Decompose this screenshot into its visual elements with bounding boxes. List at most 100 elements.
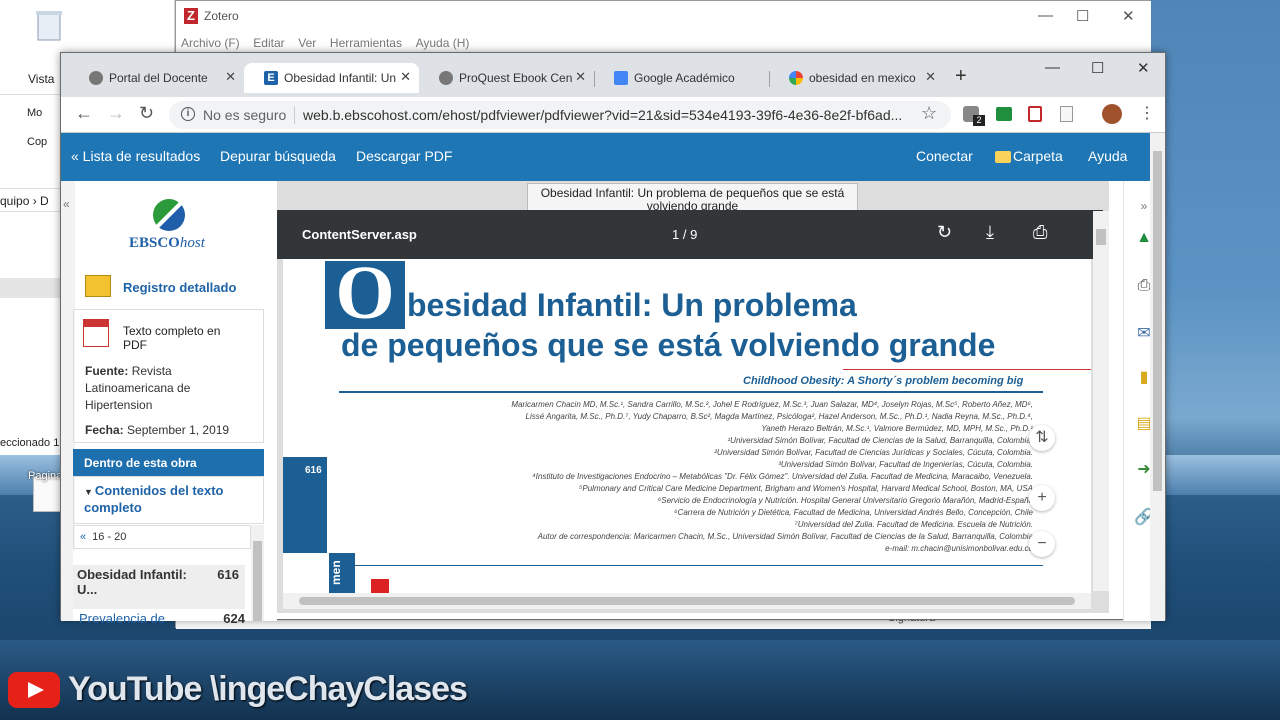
new-tab-icon[interactable]: + — [955, 65, 967, 88]
scroll-thumb[interactable] — [299, 597, 1075, 605]
toc-page: 616 — [217, 567, 239, 582]
affiliation-line: ⁶Servicio de Endocrinología y Nutrición.… — [657, 496, 1033, 505]
source-label: Fuente: — [85, 364, 129, 378]
security-status[interactable]: No es seguro — [203, 107, 286, 123]
toc-list: Obesidad Infantil: U... 616 Prevalencia … — [73, 551, 251, 626]
download-icon[interactable]: ⤓ — [986, 222, 994, 243]
double-chevron-left-icon[interactable]: « — [63, 197, 70, 211]
save-page-icon[interactable] — [1060, 106, 1073, 122]
page-scrollbar[interactable] — [1150, 133, 1165, 621]
toolbar: ← → ↻ i No es seguro web.b.ebscohost.com… — [61, 97, 1165, 133]
zotero-connector-icon[interactable] — [1028, 106, 1042, 122]
desktop-icon-label[interactable]: Pagina — [28, 470, 62, 482]
minimize-icon[interactable]: — — [1045, 59, 1060, 76]
globe-icon — [439, 71, 453, 85]
maximize-icon[interactable]: ☐ — [1076, 7, 1089, 25]
ribbon-tab-view[interactable]: Vista — [28, 72, 54, 86]
explorer-address-bar[interactable]: quipo › D — [0, 188, 62, 212]
scroll-thumb[interactable] — [1096, 229, 1106, 245]
ribbon-item-move[interactable]: Mo — [27, 107, 42, 119]
affiliation-line: ⁶Carrera de Nutrición y Dietética, Facul… — [674, 508, 1033, 517]
pdf-icon[interactable] — [83, 319, 109, 347]
close-icon[interactable]: ✕ — [1122, 7, 1135, 25]
reload-icon[interactable]: ↻ — [139, 103, 154, 124]
contents-toggle[interactable]: ▼ Contenidos del texto completo — [73, 476, 264, 524]
maximize-icon[interactable]: ☐ — [1091, 59, 1104, 77]
page-number-bar: 616 — [283, 457, 327, 553]
close-icon[interactable]: ✕ — [1137, 59, 1150, 77]
cast-icon[interactable] — [996, 107, 1012, 121]
rotate-icon[interactable]: ↻ — [937, 222, 952, 243]
menu-archivo[interactable]: Archivo (F) — [181, 36, 240, 50]
date-info: Fecha: September 1, 2019 — [85, 422, 255, 439]
affiliation-line: ⁴Instituto de Investigaciones Endocrino … — [532, 472, 1033, 481]
zoom-in-icon[interactable]: + — [1029, 485, 1055, 511]
section-tab: men — [329, 553, 355, 593]
toc-title[interactable]: Obesidad Infantil: U... — [77, 567, 195, 597]
forward-icon[interactable]: → — [107, 103, 125, 124]
ribbon-item-copy[interactable]: Cop — [27, 136, 47, 148]
close-tab-icon[interactable]: ✕ — [575, 69, 586, 85]
toc-item[interactable]: Prevalencia de 624 — [79, 611, 245, 626]
menu-dots-icon[interactable]: ⋮ — [1139, 103, 1155, 123]
zoom-out-icon[interactable]: − — [1029, 531, 1055, 557]
tab-proquest[interactable]: ProQuest Ebook Cen ✕ — [419, 63, 594, 93]
close-tab-icon[interactable]: ✕ — [400, 69, 411, 85]
browser-window: Portal del Docente ✕ E Obesidad Infantil… — [60, 52, 1166, 626]
within-work-heading: Dentro de esta obra — [73, 449, 264, 476]
logo-suffix: host — [179, 235, 205, 251]
bookmark-star-icon[interactable]: ☆ — [921, 103, 937, 124]
folder-icon[interactable] — [995, 151, 1011, 163]
results-list-link[interactable]: « Lista de resultados — [71, 148, 200, 164]
detailed-record-link[interactable]: Registro detallado — [123, 280, 236, 295]
channel-watermark: YouTube \ingeChayClases — [68, 670, 468, 708]
print-icon[interactable]: ⎙ — [1033, 222, 1047, 243]
menu-herramientas[interactable]: Herramientas — [330, 36, 402, 50]
pdf-file-name: ContentServer.asp — [302, 227, 417, 242]
folder-link[interactable]: Carpeta — [1013, 148, 1063, 164]
tab-obesidad-infantil[interactable]: E Obesidad Infantil: Un ✕ — [244, 63, 419, 93]
download-pdf-link[interactable]: Descargar PDF — [356, 148, 452, 164]
triangle-down-icon: ▼ — [84, 487, 93, 497]
pager-range: 16 - 20 — [92, 531, 127, 543]
url-text[interactable]: web.b.ebscohost.com/ehost/pdfviewer/pdfv… — [303, 107, 902, 123]
tab-label: Obesidad Infantil: Un — [284, 71, 397, 85]
zotero-title: Zotero — [204, 9, 239, 23]
pdf-horizontal-scrollbar[interactable] — [283, 593, 1091, 609]
toc-pager: « 16 - 20 — [73, 525, 251, 549]
pager-prev-icon[interactable]: « — [80, 531, 86, 543]
back-icon[interactable]: ← — [75, 103, 93, 124]
toc-title[interactable]: Prevalencia de — [79, 611, 165, 626]
toc-scrollbar[interactable] — [251, 525, 264, 621]
record-icon[interactable] — [85, 275, 111, 297]
tab-label: Google Académico — [634, 71, 735, 85]
close-tab-icon[interactable]: ✕ — [925, 69, 936, 85]
scroll-thumb[interactable] — [1153, 151, 1162, 491]
menu-ver[interactable]: Ver — [298, 36, 316, 50]
ebsco-topnav: « Lista de resultados Depurar búsqueda D… — [61, 133, 1150, 181]
fit-page-icon[interactable]: ⇅ — [1029, 425, 1055, 451]
minimize-icon[interactable]: — — [1038, 7, 1053, 24]
close-tab-icon[interactable]: ✕ — [225, 69, 236, 85]
address-bar[interactable]: i No es seguro web.b.ebscohost.com/ehost… — [169, 101, 951, 129]
author-line: Yaneth Herazo Beltrán, M.Sc.¹, Valmore B… — [761, 424, 1033, 433]
recycle-bin-icon[interactable] — [30, 8, 68, 42]
menu-ayuda[interactable]: Ayuda (H) — [416, 36, 470, 50]
help-link[interactable]: Ayuda — [1088, 148, 1127, 164]
toc-item-active[interactable]: Obesidad Infantil: U... 616 — [73, 565, 245, 609]
pdf-full-text-link[interactable]: Texto completo en PDF — [123, 324, 243, 352]
login-link[interactable]: Conectar — [916, 148, 973, 164]
pdf-vertical-scrollbar[interactable] — [1093, 211, 1109, 591]
refine-search-link[interactable]: Depurar búsqueda — [220, 148, 336, 164]
menu-editar[interactable]: Editar — [253, 36, 284, 50]
info-icon[interactable]: i — [181, 107, 195, 121]
scroll-thumb[interactable] — [253, 541, 262, 621]
affiliation-line: ⁷Universidad del Zulia. Facultad de Medi… — [794, 520, 1033, 529]
contents-label[interactable]: Contenidos del texto completo — [84, 483, 223, 515]
zotero-titlebar: Z Zotero — ☐ ✕ — [176, 1, 1151, 31]
avatar[interactable] — [1102, 104, 1122, 124]
explorer-selected-row[interactable] — [0, 278, 62, 298]
tab-obesidad-mexico[interactable]: obesidad en mexico ✕ — [769, 63, 944, 93]
tab-portal-docente[interactable]: Portal del Docente ✕ — [69, 63, 244, 93]
tab-google-academico[interactable]: Google Académico — [594, 63, 769, 93]
